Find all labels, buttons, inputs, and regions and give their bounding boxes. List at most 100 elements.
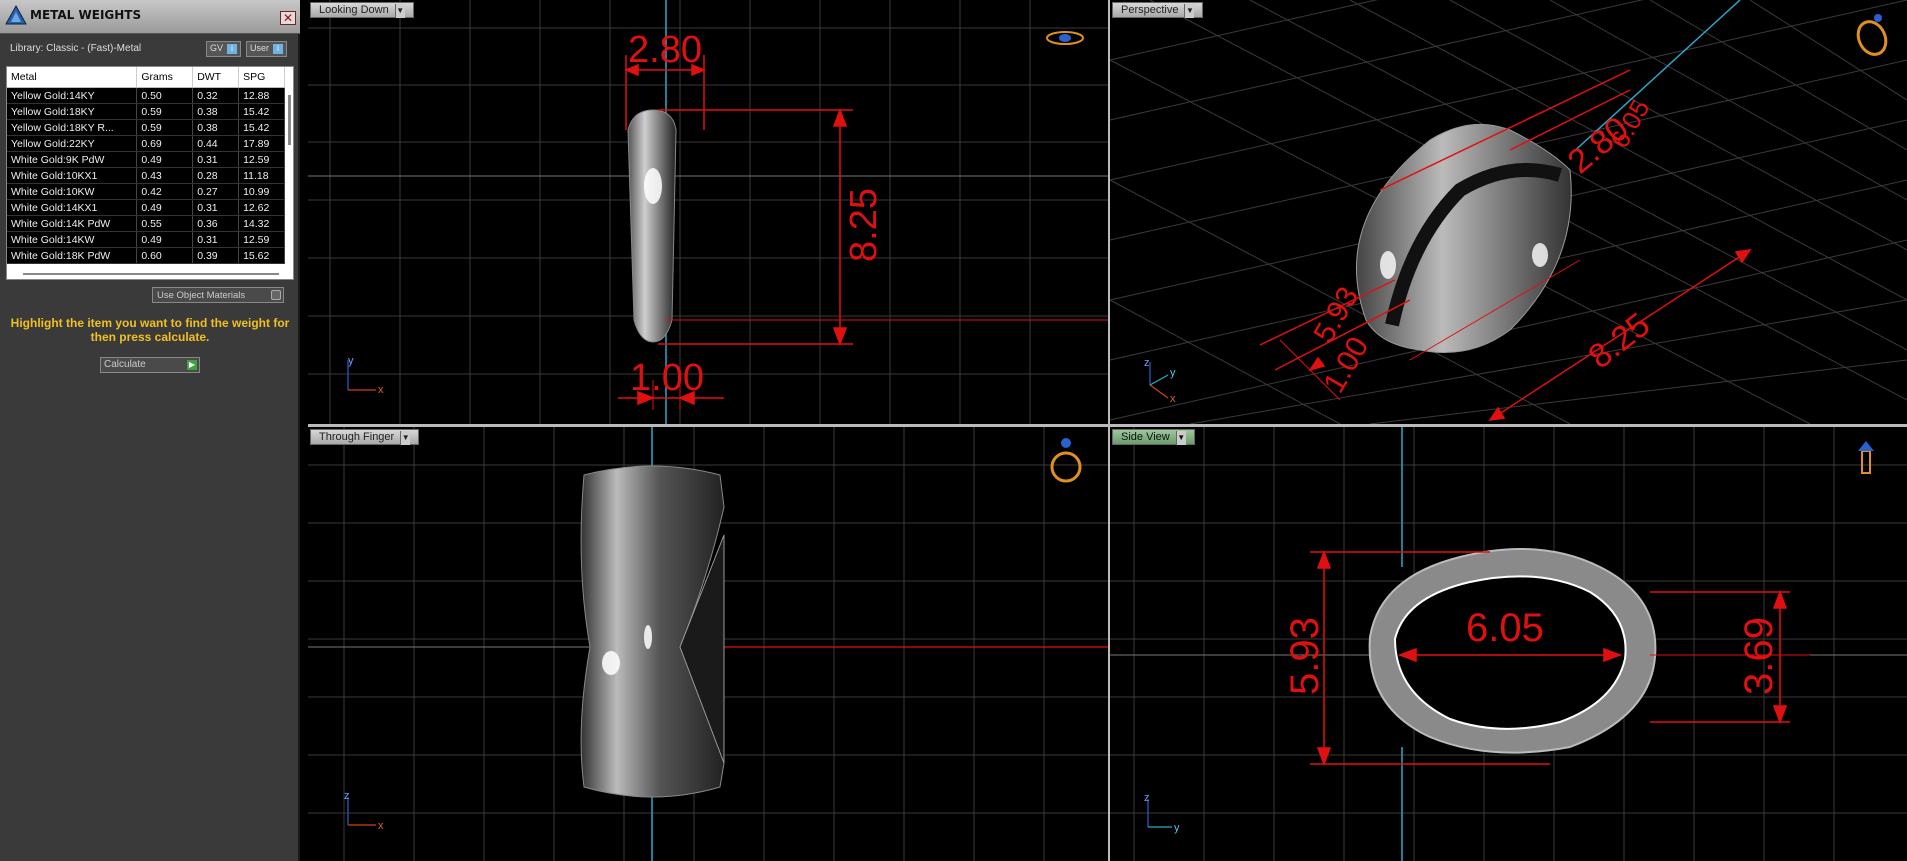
spg-cell: 12.62 xyxy=(238,199,285,216)
viewport-divider-vertical[interactable] xyxy=(1108,0,1110,861)
dimension-width-label: 2.80 xyxy=(628,29,702,71)
ring-view-icon[interactable] xyxy=(1046,31,1084,45)
table-row[interactable]: White Gold:10KW 0.42 0.27 10.99 xyxy=(7,183,285,200)
table-row[interactable]: Yellow Gold:18KY R... 0.59 0.38 15.42 xyxy=(7,119,285,136)
grams-cell: 0.49 xyxy=(136,199,194,216)
axis-z-label: z xyxy=(1144,792,1150,804)
calculate-button[interactable]: Calculate ▶ xyxy=(100,357,200,373)
viewport-label-side-view[interactable]: Side View ▼ xyxy=(1112,429,1195,445)
use-object-materials-toggle[interactable]: Use Object Materials xyxy=(152,287,284,303)
column-header-grams[interactable]: Grams xyxy=(136,67,194,88)
dwt-cell: 0.28 xyxy=(192,167,240,184)
table-row[interactable]: White Gold:14KX1 0.49 0.31 12.62 xyxy=(7,199,285,216)
dwt-cell: 0.39 xyxy=(192,247,240,264)
metal-table-container[interactable]: Metal Grams DWT SPG Yellow Gold:14KY 0.50… xyxy=(6,66,294,280)
ring-view-icon[interactable] xyxy=(1050,438,1082,483)
viewport-grid: z x xyxy=(308,427,1108,861)
viewport-label-looking-down[interactable]: Looking Down ▼ xyxy=(310,2,414,18)
grams-cell: 0.59 xyxy=(136,119,194,136)
table-row[interactable]: White Gold:14K PdW 0.55 0.36 14.32 xyxy=(7,215,285,232)
metal-cell: White Gold:10KX1 xyxy=(7,167,138,184)
axis-y-label: y xyxy=(348,355,354,367)
grams-cell: 0.43 xyxy=(136,167,194,184)
info-icon: i xyxy=(273,43,284,54)
spg-cell: 10.99 xyxy=(238,183,285,200)
dimension-inner-height-label: 3.69 xyxy=(1737,617,1781,695)
table-row[interactable]: Yellow Gold:14KY 0.50 0.32 12.88 xyxy=(7,87,285,104)
metal-cell: Yellow Gold:18KY xyxy=(7,103,138,120)
grams-cell: 0.49 xyxy=(136,231,194,248)
table-row[interactable]: White Gold:9K PdW 0.49 0.31 12.59 xyxy=(7,151,285,168)
use-object-materials-label: Use Object Materials xyxy=(157,290,246,301)
gv-button[interactable]: GV i xyxy=(206,41,242,57)
viewport-grid: 2.80 8.25 1.00 y x xyxy=(308,0,1108,424)
user-label: User xyxy=(250,43,270,53)
cube-logo-icon xyxy=(5,4,27,25)
dwt-cell: 0.31 xyxy=(192,199,240,216)
viewport-looking-down[interactable]: 2.80 8.25 1.00 y x Looking Down ▼ xyxy=(308,0,1108,424)
chevron-down-icon[interactable]: ▼ xyxy=(394,4,405,18)
dwt-cell: 0.27 xyxy=(192,183,240,200)
toggle-indicator-icon xyxy=(271,290,281,300)
metal-weights-panel: METAL WEIGHTS ✕ Library: Classic - (Fast… xyxy=(0,0,300,861)
column-header-dwt[interactable]: DWT xyxy=(192,67,240,88)
viewport-divider-horizontal[interactable] xyxy=(308,424,1907,427)
grams-cell: 0.60 xyxy=(136,247,194,264)
viewport-label-perspective[interactable]: Perspective ▼ xyxy=(1112,2,1204,18)
viewport-side-view[interactable]: 6.05 5.93 3.69 z y Side View ▼ xyxy=(1110,427,1907,861)
grams-cell: 0.49 xyxy=(136,151,194,168)
table-horizontal-scrollbar[interactable] xyxy=(23,273,279,275)
ring-view-icon[interactable] xyxy=(1853,14,1891,59)
axis-z-label: z xyxy=(1144,357,1150,369)
spg-cell: 15.62 xyxy=(238,247,285,264)
panel-titlebar[interactable]: METAL WEIGHTS ✕ xyxy=(0,0,300,34)
dwt-cell: 0.36 xyxy=(192,215,240,232)
spg-cell: 11.18 xyxy=(238,167,285,184)
axis-y-label: y xyxy=(1170,367,1176,379)
metal-cell: White Gold:18K PdW xyxy=(7,247,138,264)
table-row[interactable]: White Gold:14KW 0.49 0.31 12.59 xyxy=(7,231,285,248)
grams-cell: 0.69 xyxy=(136,135,194,152)
chevron-down-icon[interactable]: ▼ xyxy=(1175,431,1186,445)
table-vertical-scrollbar[interactable] xyxy=(288,95,291,145)
axis-x-label: x xyxy=(378,820,384,832)
dwt-cell: 0.32 xyxy=(192,87,240,104)
chevron-down-icon[interactable]: ▼ xyxy=(400,431,411,445)
ring-view-icon[interactable] xyxy=(1858,441,1874,474)
metal-cell: White Gold:9K PdW xyxy=(7,151,138,168)
table-header-row: Metal Grams DWT SPG xyxy=(7,67,285,88)
metal-cell: White Gold:14KW xyxy=(7,231,138,248)
user-button[interactable]: User i xyxy=(246,41,288,57)
column-header-spg[interactable]: SPG xyxy=(238,67,285,88)
calculate-label: Calculate xyxy=(104,359,146,370)
grams-cell: 0.42 xyxy=(136,183,194,200)
chevron-down-icon[interactable]: ▼ xyxy=(1184,4,1195,18)
info-icon: i xyxy=(227,43,238,54)
table-row[interactable]: Yellow Gold:18KY 0.59 0.38 15.42 xyxy=(7,103,285,120)
viewport-perspective[interactable]: 2.80 8.25 5.93 1.00 6.05 z x y Perspecti… xyxy=(1110,0,1907,424)
column-header-metal[interactable]: Metal xyxy=(7,67,138,88)
close-icon[interactable]: ✕ xyxy=(280,11,296,25)
table-row[interactable]: White Gold:10KX1 0.43 0.28 11.18 xyxy=(7,167,285,184)
dimension-length-label: 8.25 xyxy=(1582,306,1658,377)
spg-cell: 12.59 xyxy=(238,151,285,168)
metal-cell: Yellow Gold:14KY xyxy=(7,87,138,104)
spg-cell: 12.88 xyxy=(238,87,285,104)
viewport-through-finger[interactable]: z x Through Finger ▼ xyxy=(308,427,1108,861)
metal-cell: White Gold:10KW xyxy=(7,183,138,200)
metal-cell: White Gold:14KX1 xyxy=(7,199,138,216)
app-window: METAL WEIGHTS ✕ Library: Classic - (Fast… xyxy=(0,0,1907,861)
grams-cell: 0.59 xyxy=(136,103,194,120)
viewport-label-through-finger[interactable]: Through Finger ▼ xyxy=(310,429,420,445)
axis-y-label: y xyxy=(1174,822,1180,834)
dwt-cell: 0.38 xyxy=(192,103,240,120)
metal-table: Metal Grams DWT SPG Yellow Gold:14KY 0.50… xyxy=(7,67,285,264)
spg-cell: 15.42 xyxy=(238,103,285,120)
grams-cell: 0.55 xyxy=(136,215,194,232)
dwt-cell: 0.44 xyxy=(192,135,240,152)
table-row[interactable]: White Gold:18K PdW 0.60 0.39 15.62 xyxy=(7,247,285,264)
metal-cell: Yellow Gold:22KY xyxy=(7,135,138,152)
table-row[interactable]: Yellow Gold:22KY 0.69 0.44 17.89 xyxy=(7,135,285,152)
instruction-text: Highlight the item you want to find the … xyxy=(10,316,290,344)
play-icon: ▶ xyxy=(187,360,197,370)
